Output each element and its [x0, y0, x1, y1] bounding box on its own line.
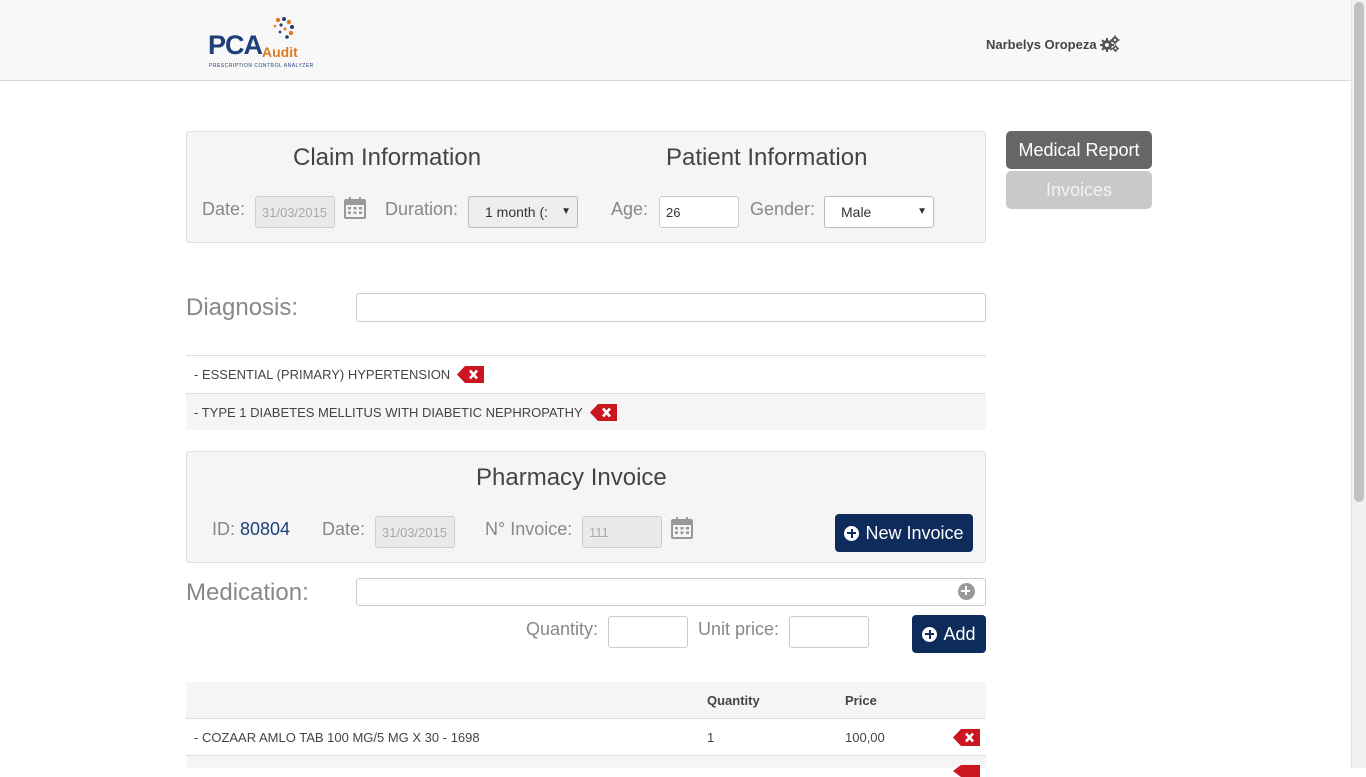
medication-name: - COZAAR AMLO TAB 100 MG/5 MG X 30 - 169…: [194, 729, 480, 745]
invoice-date-input[interactable]: 31/03/2015: [375, 516, 455, 548]
user-name: Narbelys Oropeza: [986, 36, 1097, 52]
pharmacy-invoice-title: Pharmacy Invoice: [476, 464, 667, 491]
quantity-input[interactable]: [608, 616, 688, 648]
diagnosis-item: - ESSENTIAL (PRIMARY) HYPERTENSION: [186, 355, 986, 392]
unit-price-input[interactable]: [789, 616, 869, 648]
column-header-quantity: Quantity: [707, 692, 760, 708]
add-medication-button[interactable]: Add: [912, 615, 986, 653]
invoice-date-calendar-icon[interactable]: [671, 517, 693, 539]
invoice-id-value: 80804: [240, 519, 291, 539]
duration-label: Duration:: [385, 199, 459, 219]
logo-subtext: Audit: [262, 44, 298, 60]
logo-text: PCA: [208, 30, 263, 60]
invoices-button[interactable]: Invoices: [1006, 171, 1152, 209]
plus-circle-icon: [922, 626, 938, 642]
diagnosis-label: Diagnosis:: [186, 294, 299, 321]
gender-label: Gender:: [750, 199, 816, 219]
claim-information-title: Claim Information: [293, 144, 482, 171]
gears-icon: [1099, 35, 1120, 52]
invoice-id-label: ID:: [212, 519, 236, 539]
invoice-number-input[interactable]: 111: [582, 516, 662, 548]
diagnosis-item-text: - TYPE 1 DIABETES MELLITUS WITH DIABETIC…: [194, 404, 583, 420]
medication-table-header: Quantity Price: [186, 682, 986, 719]
unit-price-label: Unit price:: [698, 619, 780, 639]
gender-chevron-down-icon: ▼: [917, 206, 927, 217]
age-label: Age:: [611, 199, 649, 219]
medical-report-button[interactable]: Medical Report: [1006, 131, 1152, 169]
gender-value: Male: [841, 204, 872, 220]
user-menu[interactable]: Narbelys Oropeza: [986, 35, 1120, 53]
pca-audit-logo[interactable]: PCA Audit PRESCRIPTION CONTROL ANALYZER: [206, 16, 316, 72]
remove-medication-icon[interactable]: [953, 765, 980, 777]
add-label: Add: [943, 623, 976, 644]
diagnosis-item: - TYPE 1 DIABETES MELLITUS WITH DIABETIC…: [186, 393, 986, 430]
duration-chevron-down-icon: ▼: [561, 206, 571, 217]
top-navbar: PCA Audit PRESCRIPTION CONTROL ANALYZER …: [0, 0, 1351, 81]
medication-input[interactable]: [356, 578, 986, 606]
duration-value: 1 month (:: [485, 204, 549, 220]
medication-price: 100,00: [845, 729, 885, 745]
quantity-label: Quantity:: [526, 619, 599, 639]
table-row: - COZAAR AMLO TAB 100 MG/5 MG X 30 - 169…: [186, 719, 986, 756]
new-invoice-button[interactable]: New Invoice: [835, 514, 973, 552]
remove-medication-icon[interactable]: [953, 728, 980, 746]
remove-diagnosis-icon[interactable]: [457, 365, 485, 383]
diagnosis-item-text: - ESSENTIAL (PRIMARY) HYPERTENSION: [194, 366, 451, 382]
invoice-date-label: Date:: [322, 519, 366, 539]
claim-date-input[interactable]: 31/03/2015: [255, 196, 335, 228]
medication-add-plus-icon[interactable]: [958, 583, 975, 600]
logo-tagline: PRESCRIPTION CONTROL ANALYZER: [209, 63, 314, 69]
gender-select[interactable]: Male ▼: [824, 196, 934, 228]
page-scrollbar[interactable]: [1351, 0, 1366, 768]
invoice-number-label: N° Invoice:: [485, 519, 573, 539]
age-input[interactable]: 26: [659, 196, 739, 228]
claim-patient-panel: Claim Information Patient Information Da…: [186, 131, 986, 243]
column-header-price: Price: [845, 692, 877, 708]
medication-label: Medication:: [186, 579, 309, 606]
remove-diagnosis-icon[interactable]: [589, 403, 617, 421]
medication-quantity: 1: [707, 729, 715, 745]
remove-medication-control[interactable]: [953, 719, 980, 755]
diagnosis-input[interactable]: [356, 293, 986, 322]
scrollbar-thumb[interactable]: [1354, 2, 1364, 502]
plus-circle-icon: [844, 525, 860, 541]
table-row-partial: [186, 756, 986, 777]
pharmacy-invoice-panel: Pharmacy Invoice ID: 80804 Date: 31/03/2…: [186, 451, 986, 563]
claim-date-calendar-icon[interactable]: [344, 197, 366, 219]
duration-select[interactable]: 1 month (: ▼: [468, 196, 578, 228]
new-invoice-label: New Invoice: [865, 522, 964, 543]
claim-date-label: Date:: [202, 199, 246, 219]
patient-information-title: Patient Information: [666, 144, 868, 171]
